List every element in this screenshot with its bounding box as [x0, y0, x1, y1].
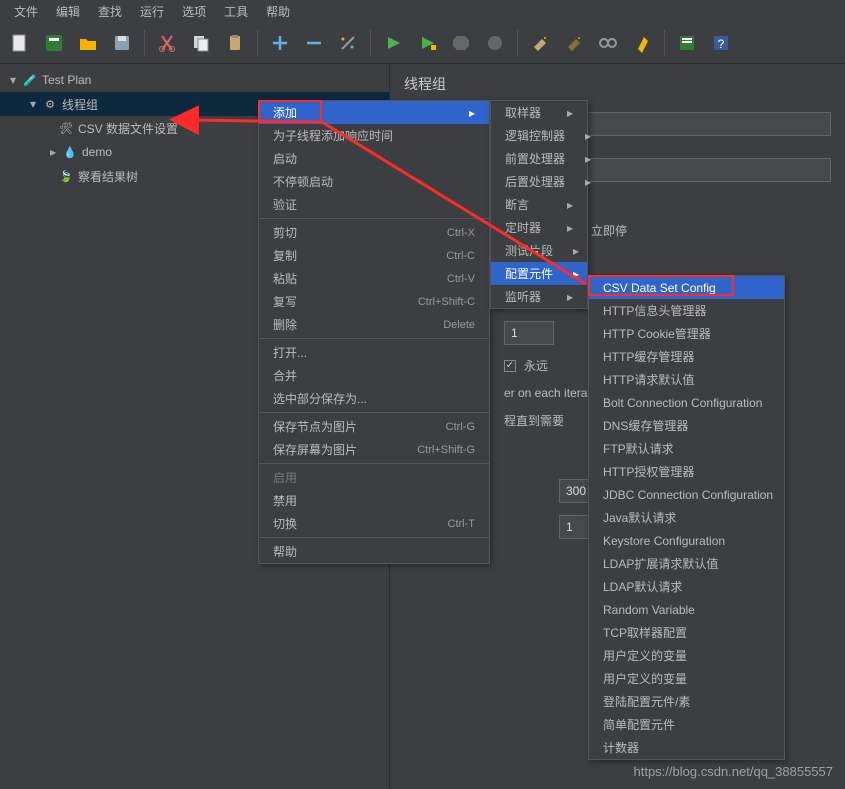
tree-label: 察看结果树: [78, 168, 138, 185]
smi-logic-controller[interactable]: 逻辑控制器▸: [491, 124, 587, 147]
smi-assertion[interactable]: 断言▸: [491, 193, 587, 216]
cfg-ldap-defaults[interactable]: LDAP默认请求: [589, 575, 784, 598]
search-icon[interactable]: [596, 31, 620, 55]
menu-options[interactable]: 选项: [174, 1, 214, 22]
smi-config-element[interactable]: 配置元件▸: [491, 262, 587, 285]
clear-all-icon[interactable]: [562, 31, 586, 55]
mi-paste[interactable]: 粘贴Ctrl-V: [259, 267, 489, 290]
tree-label: 线程组: [62, 96, 98, 113]
paste-icon[interactable]: [223, 31, 247, 55]
cfg-http-req-defaults[interactable]: HTTP请求默认值: [589, 368, 784, 391]
mi-copy[interactable]: 复制Ctrl-C: [259, 244, 489, 267]
toolbar: ?: [0, 22, 845, 64]
cfg-counter[interactable]: 计数器: [589, 736, 784, 759]
cfg-http-cache-mgr[interactable]: HTTP缓存管理器: [589, 345, 784, 368]
func-helper-icon[interactable]: [675, 31, 699, 55]
run-icon[interactable]: [381, 31, 405, 55]
tree-root[interactable]: ▾ 🧪 Test Plan: [0, 68, 389, 92]
menu-find[interactable]: 查找: [90, 1, 130, 22]
mi-save-selection[interactable]: 选中部分保存为...: [259, 387, 489, 410]
mi-start-no-pause[interactable]: 不停顿启动: [259, 170, 489, 193]
mi-toggle[interactable]: 切换Ctrl-T: [259, 512, 489, 535]
help-icon[interactable]: ?: [709, 31, 733, 55]
wand-icon[interactable]: [336, 31, 360, 55]
shutdown-icon[interactable]: [483, 31, 507, 55]
cfg-csv-data-set[interactable]: CSV Data Set Config: [589, 276, 784, 299]
smi-timer[interactable]: 定时器▸: [491, 216, 587, 239]
menubar: 文件 编辑 查找 运行 选项 工具 帮助: [0, 0, 845, 22]
need-label: 程直到需要: [504, 412, 564, 429]
panel-title: 线程组: [404, 74, 831, 94]
wrench-icon: 🛠: [58, 120, 74, 136]
mi-merge[interactable]: 合并: [259, 364, 489, 387]
cfg-ldap-ext-defaults[interactable]: LDAP扩展请求默认值: [589, 552, 784, 575]
smi-sampler[interactable]: 取样器▸: [491, 101, 587, 124]
mi-duplicate[interactable]: 复写Ctrl+Shift-C: [259, 290, 489, 313]
save-icon[interactable]: [110, 31, 134, 55]
cfg-simple-config[interactable]: 简单配置元件: [589, 713, 784, 736]
cfg-dns-cache-mgr[interactable]: DNS缓存管理器: [589, 414, 784, 437]
menu-edit[interactable]: 编辑: [48, 1, 88, 22]
cfg-login-config[interactable]: 登陆配置元件/素: [589, 690, 784, 713]
clear-icon[interactable]: [528, 31, 552, 55]
cfg-keystore[interactable]: Keystore Configuration: [589, 529, 784, 552]
cfg-java-defaults[interactable]: Java默认请求: [589, 506, 784, 529]
cfg-http-cookie-mgr[interactable]: HTTP Cookie管理器: [589, 322, 784, 345]
copy-icon[interactable]: [189, 31, 213, 55]
mi-delete[interactable]: 删除Delete: [259, 313, 489, 336]
leaf-icon: 🍃: [58, 168, 74, 184]
mi-disable[interactable]: 禁用: [259, 489, 489, 512]
mi-save-screen-img[interactable]: 保存屏幕为图片Ctrl+Shift-G: [259, 438, 489, 461]
templates-icon[interactable]: [42, 31, 66, 55]
new-file-icon[interactable]: [8, 31, 32, 55]
cfg-bolt-conn[interactable]: Bolt Connection Configuration: [589, 391, 784, 414]
open-icon[interactable]: [76, 31, 100, 55]
dropper-icon: 💧: [62, 144, 78, 160]
cfg-tcp-sampler[interactable]: TCP取样器配置: [589, 621, 784, 644]
forever-checkbox[interactable]: ✓: [504, 360, 516, 372]
mi-enable: 启用: [259, 466, 489, 489]
smi-post-processor[interactable]: 后置处理器▸: [491, 170, 587, 193]
smi-test-fragment[interactable]: 测试片段▸: [491, 239, 587, 262]
tree-label: demo: [82, 145, 112, 159]
cfg-random-variable[interactable]: Random Variable: [589, 598, 784, 621]
menu-tools[interactable]: 工具: [216, 1, 256, 22]
context-menu: 添加▸ 为子线程添加响应时间 启动 不停顿启动 验证 剪切Ctrl-X 复制Ct…: [258, 100, 490, 564]
smi-listener[interactable]: 监听器▸: [491, 285, 587, 308]
tree-label: Test Plan: [42, 73, 91, 87]
mi-verify[interactable]: 验证: [259, 193, 489, 216]
cfg-ftp-defaults[interactable]: FTP默认请求: [589, 437, 784, 460]
mi-add[interactable]: 添加▸: [259, 101, 489, 124]
menu-help[interactable]: 帮助: [258, 1, 298, 22]
forever-label: 永远: [524, 357, 548, 374]
plus-icon[interactable]: [268, 31, 292, 55]
threads-input[interactable]: [504, 321, 554, 345]
tree-label: CSV 数据文件设置: [78, 120, 178, 137]
mi-add-resp-time[interactable]: 为子线程添加响应时间: [259, 124, 489, 147]
add-submenu: 取样器▸ 逻辑控制器▸ 前置处理器▸ 后置处理器▸ 断言▸ 定时器▸ 测试片段▸…: [490, 100, 588, 309]
menu-run[interactable]: 运行: [132, 1, 172, 22]
cfg-http-header-mgr[interactable]: HTTP信息头管理器: [589, 299, 784, 322]
cfg-http-auth-mgr[interactable]: HTTP授权管理器: [589, 460, 784, 483]
flask-icon: 🧪: [22, 72, 38, 88]
watermark: https://blog.csdn.net/qq_38855557: [634, 764, 834, 779]
mi-open[interactable]: 打开...: [259, 341, 489, 364]
gear-icon: ⚙: [42, 96, 58, 112]
reset-search-icon[interactable]: [630, 31, 654, 55]
menu-file[interactable]: 文件: [6, 1, 46, 22]
svg-text:?: ?: [718, 37, 725, 51]
mi-help[interactable]: 帮助: [259, 540, 489, 563]
cfg-jdbc-conn[interactable]: JDBC Connection Configuration: [589, 483, 784, 506]
cfg-user-vars-1[interactable]: 用户定义的变量: [589, 644, 784, 667]
config-element-submenu: CSV Data Set Config HTTP信息头管理器 HTTP Cook…: [588, 275, 785, 760]
run-now-icon[interactable]: [415, 31, 439, 55]
stop-icon[interactable]: [449, 31, 473, 55]
mi-save-node-img[interactable]: 保存节点为图片Ctrl-G: [259, 415, 489, 438]
smi-pre-processor[interactable]: 前置处理器▸: [491, 147, 587, 170]
cfg-user-vars-2[interactable]: 用户定义的变量: [589, 667, 784, 690]
minus-icon[interactable]: [302, 31, 326, 55]
mi-start[interactable]: 启动: [259, 147, 489, 170]
mi-cut[interactable]: 剪切Ctrl-X: [259, 221, 489, 244]
cut-icon[interactable]: [155, 31, 179, 55]
